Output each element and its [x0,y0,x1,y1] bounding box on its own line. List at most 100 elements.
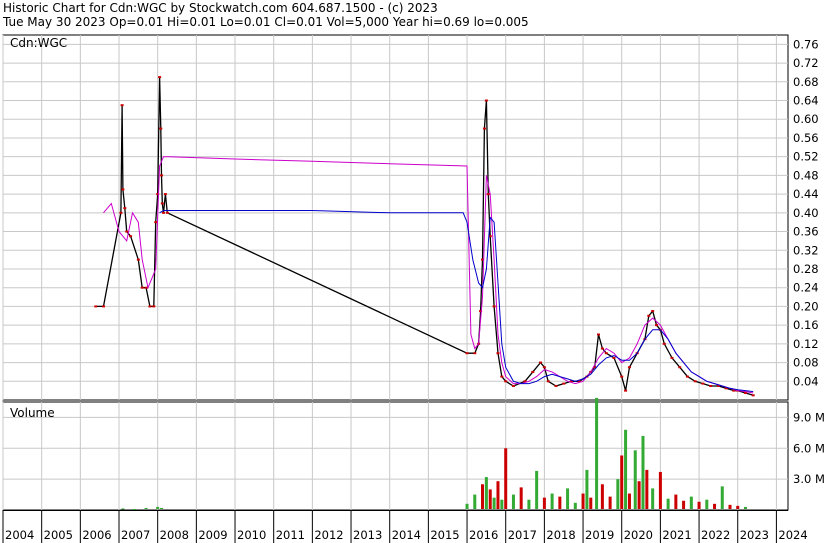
price-y-tick-label: 0.32 [793,243,819,257]
price-point-marker [484,99,488,102]
price-point-marker [612,356,616,359]
price-point-marker [546,380,550,383]
price-point-marker [701,382,705,385]
volume-bar [156,506,160,509]
volume-bar [645,469,649,509]
volume-bar [160,507,164,509]
price-y-tick-label: 0.48 [793,168,819,182]
price-point-marker [531,370,535,373]
price-point-marker [165,211,169,214]
volume-y-axis: 9.0 M 6.0 M 3.0 M [793,410,825,486]
price-point-marker [539,361,543,364]
price-point-marker [670,356,674,359]
volume-bar [132,508,136,510]
volume-bar [511,494,515,509]
volume-bar [720,486,724,509]
price-point-marker [604,352,608,355]
price-y-tick-label: 0.24 [793,281,819,295]
volume-bar [637,481,641,509]
price-y-tick-label: 0.60 [793,112,819,126]
volume-bar [713,503,717,509]
x-tick-label: 2016 [469,528,498,542]
price-point-marker [160,202,164,205]
price-point-marker [158,76,162,79]
price-point-marker [123,207,127,210]
price-y-axis: 0.76 0.72 0.68 0.64 0.60 0.56 0.52 0.48 0.44 0.40… [793,37,819,388]
price-point-marker [102,305,106,308]
x-tick-label: 2017 [508,528,537,542]
volume-bar [573,502,577,509]
price-point-marker [482,127,486,130]
price-y-tick-label: 0.56 [793,131,819,145]
price-point-marker [94,305,98,308]
price-point-marker [562,382,566,385]
volume-bar [484,477,488,509]
price-point-marker [620,375,624,378]
x-tick-label: 2009 [198,528,227,542]
price-y-tick-label: 0.12 [793,337,819,351]
x-tick-label: 2012 [314,528,343,542]
price-point-marker [140,286,144,289]
volume-bar [697,501,701,509]
price-point-marker [473,352,477,355]
price-point-marker [144,286,148,289]
volume-bar [616,479,620,509]
price-y-tick-label: 0.28 [793,262,819,276]
volume-bar [682,500,686,509]
volume-bar [581,493,585,509]
price-y-tick-label: 0.72 [793,56,819,70]
volume-bar [658,471,662,509]
volume-bar [608,496,612,509]
x-tick-label: 2006 [82,528,111,542]
x-axis-line [3,510,788,511]
volume-title: Volume [10,406,55,420]
x-tick-label: 2024 [778,528,807,542]
price-point-marker [693,380,697,383]
volume-bar [627,493,631,509]
volume-bar [620,455,624,509]
x-tick-label: 2013 [353,528,382,542]
price-point-marker [627,366,631,369]
price-point-marker [647,314,651,317]
x-tick-label: 2005 [44,528,73,542]
volume-bar [542,497,546,509]
volume-bar [500,499,504,509]
volume-bar [728,504,732,509]
volume-bar [473,494,477,509]
volume-bar [144,507,148,509]
volume-bar [481,484,485,509]
volume-bar [651,488,655,509]
x-tick-label: 2022 [701,528,730,542]
x-tick-label: 2008 [160,528,189,542]
symbol-label: Cdn:WGC [10,36,67,50]
price-y-tick-label: 0.52 [793,150,819,164]
price-point-marker [624,389,628,392]
price-point-marker [161,211,165,214]
price-point-marker [136,258,140,261]
price-point-marker [496,352,500,355]
price-point-marker [662,342,666,345]
price-point-marker [504,380,508,383]
price-y-tick-label: 0.36 [793,225,819,239]
volume-y-tick-label: 6.0 M [793,441,825,455]
volume-bar [566,488,570,509]
price-y-tick-label: 0.40 [793,206,819,220]
volume-panel-frame [2,401,789,511]
price-y-tick-label: 0.68 [793,75,819,89]
volume-bar [589,497,593,509]
price-point-marker [554,384,558,387]
price-y-tick-label: 0.04 [793,374,819,388]
x-axis: 2004 2005 2006 2007 2008 2009 2010 2011 2012 2013… [2,510,808,543]
volume-bar [666,498,670,509]
x-tick-label: 2019 [585,528,614,542]
x-tick-label: 2023 [740,528,769,542]
volume-bar [600,484,604,509]
stock-chart: 0.76 0.72 0.68 0.64 0.60 0.56 0.52 0.48 0.44 0.40… [2,34,825,543]
x-tick-label: 2021 [662,528,691,542]
volume-bar [689,496,693,509]
volume-bar [585,469,589,509]
price-point-marker [486,193,490,196]
price-point-marker [500,375,504,378]
price-point-marker [709,384,713,387]
price-point-marker [492,305,496,308]
